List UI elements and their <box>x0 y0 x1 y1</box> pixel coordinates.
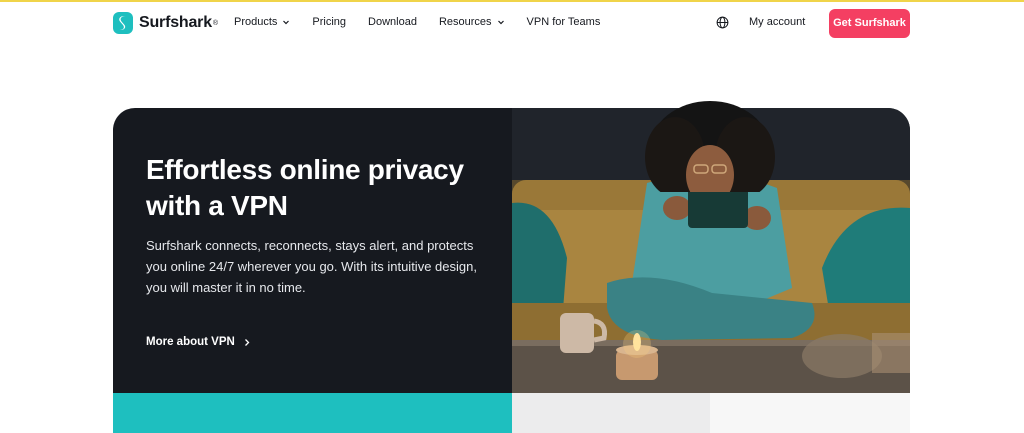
hero-hair-overflow <box>645 101 775 192</box>
feature-strip-teal <box>113 393 512 433</box>
nav-item-label: Products <box>234 16 278 28</box>
chevron-down-icon <box>497 20 504 25</box>
nav-item-label: Resources <box>438 16 492 28</box>
registered-mark: ® <box>212 19 219 27</box>
nav-item-download[interactable]: Download <box>368 16 417 28</box>
feature-strip-grey <box>512 393 710 433</box>
chevron-right-icon <box>244 338 250 346</box>
nav-item-label: Pricing <box>312 16 347 28</box>
feature-strip-light <box>710 393 910 433</box>
nav-item-label: VPN for Teams <box>526 16 601 28</box>
more-about-vpn-link[interactable]: More about VPN <box>146 336 251 348</box>
brand-name: Surfshark <box>139 14 212 31</box>
hero-title: Effortless online privacy with a VPN <box>146 154 464 221</box>
chevron-down-icon <box>283 20 290 25</box>
hero-card: Effortless online privacy with a VPN Sur… <box>113 101 910 393</box>
hero-description: Surfshark connects, reconnects, stays al… <box>146 238 477 295</box>
globe-icon[interactable] <box>716 16 729 29</box>
get-surfshark-button[interactable]: Get Surfshark <box>829 9 910 38</box>
my-account-link[interactable]: My account <box>749 16 805 28</box>
hero-text-panel: Effortless online privacy with a VPN Sur… <box>113 108 512 393</box>
nav-item-products[interactable]: Products <box>234 16 290 28</box>
hero-link-label: More about VPN <box>146 336 235 348</box>
main-nav: Products Pricing Download Resources VPN … <box>234 16 622 28</box>
surfshark-logo[interactable]: Surfshark ® <box>113 12 218 34</box>
nav-item-resources[interactable]: Resources <box>439 16 505 28</box>
nav-item-label: Download <box>368 16 417 28</box>
site-header: Surfshark ® Products Pricing Download Res… <box>0 2 1024 44</box>
nav-item-vpn-for-teams[interactable]: VPN for Teams <box>527 16 601 28</box>
nav-item-pricing[interactable]: Pricing <box>312 16 346 28</box>
surfshark-logo-icon <box>113 12 133 34</box>
